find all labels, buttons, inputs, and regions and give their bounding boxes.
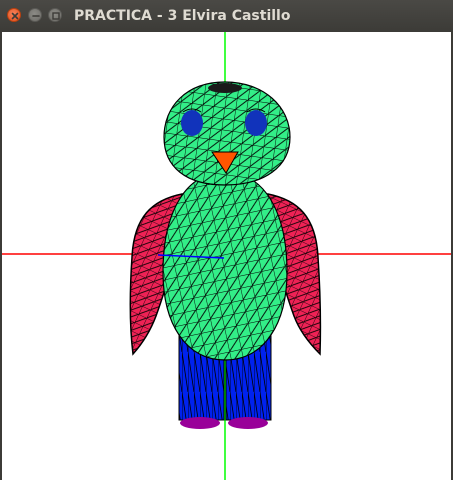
- maximize-button[interactable]: [48, 8, 62, 22]
- close-icon: [11, 12, 19, 20]
- minimize-button[interactable]: [28, 8, 42, 22]
- minimize-icon: [32, 15, 40, 17]
- opengl-canvas[interactable]: [2, 32, 451, 480]
- window-title: PRACTICA - 3 Elvira Castillo: [74, 8, 291, 24]
- owl-body: [162, 171, 288, 361]
- right-foot: [228, 417, 268, 429]
- title-bar[interactable]: PRACTICA - 3 Elvira Castillo: [0, 0, 453, 32]
- close-button[interactable]: [7, 8, 21, 22]
- app-window: PRACTICA - 3 Elvira Castillo: [0, 0, 453, 480]
- left-foot: [180, 417, 220, 429]
- maximize-icon: [52, 12, 60, 20]
- owl-scene: [2, 32, 451, 480]
- head-top-opening: [208, 83, 242, 93]
